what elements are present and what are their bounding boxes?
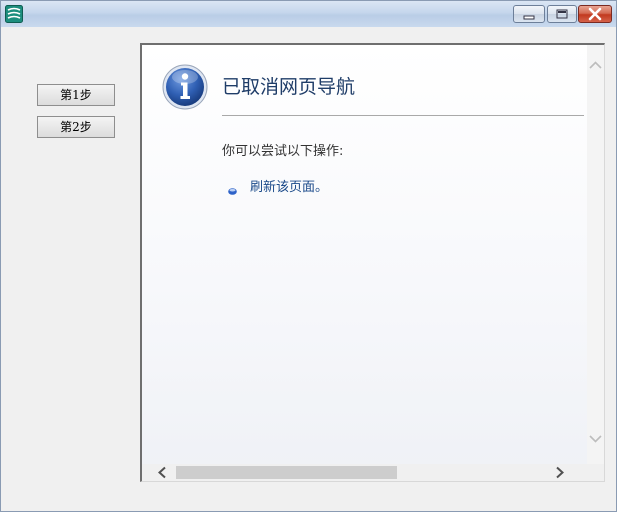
maximize-icon	[556, 9, 568, 19]
app-window: 第1步 第2步 已取消网页导航 你可以尝试以下操作: 刷新该页面。	[0, 0, 617, 512]
minimize-icon	[523, 15, 535, 20]
close-button[interactable]	[578, 5, 612, 23]
scroll-right-icon[interactable]	[554, 464, 566, 481]
refresh-page-link[interactable]: 刷新该页面。	[250, 176, 328, 195]
bullet-icon	[228, 180, 237, 195]
title-bar[interactable]	[1, 1, 616, 27]
horizontal-scrollbar[interactable]	[142, 464, 604, 481]
scroll-up-icon[interactable]	[587, 59, 604, 71]
try-actions-label: 你可以尝试以下操作:	[222, 144, 344, 159]
scroll-left-icon[interactable]	[156, 464, 168, 481]
scroll-down-icon[interactable]	[587, 433, 604, 445]
info-icon	[162, 64, 208, 110]
maximize-button[interactable]	[547, 5, 577, 23]
app-logo-icon[interactable]	[5, 5, 23, 23]
vertical-scrollbar[interactable]	[587, 45, 604, 465]
close-icon	[588, 7, 602, 21]
page-title: 已取消网页导航	[222, 76, 356, 98]
step-2-button[interactable]: 第2步	[37, 116, 115, 138]
title-divider	[222, 115, 584, 116]
client-area: 第1步 第2步 已取消网页导航 你可以尝试以下操作: 刷新该页面。	[4, 28, 611, 504]
horizontal-scroll-thumb[interactable]	[176, 466, 397, 479]
step-1-button[interactable]: 第1步	[37, 84, 115, 106]
minimize-button[interactable]	[513, 5, 545, 23]
web-browser-panel[interactable]: 已取消网页导航 你可以尝试以下操作: 刷新该页面。	[140, 43, 605, 482]
